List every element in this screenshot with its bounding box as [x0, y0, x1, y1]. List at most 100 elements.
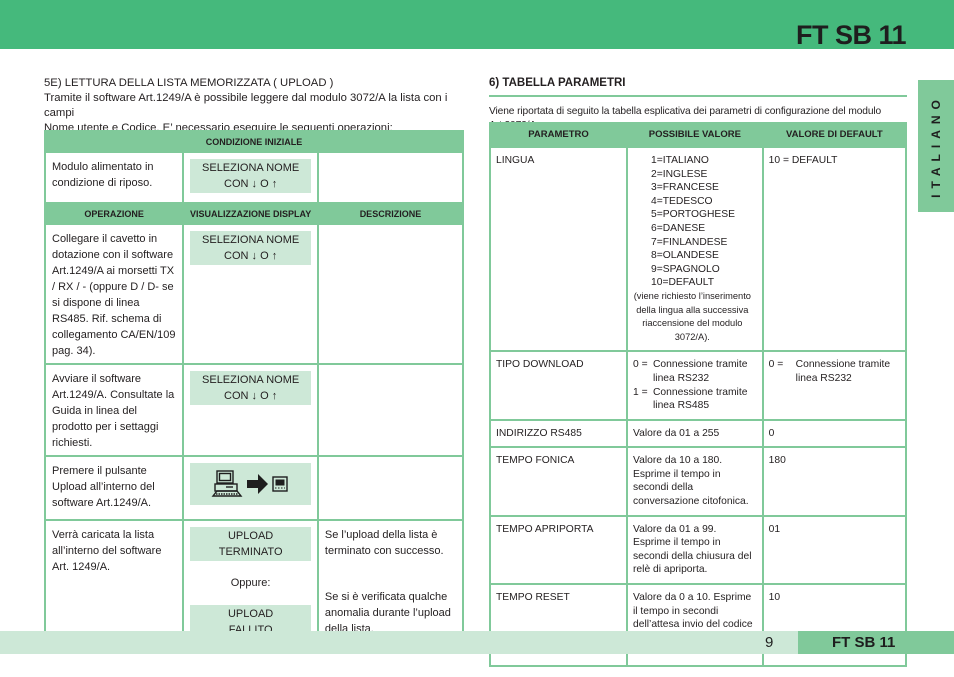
display-cell: UPLOAD TERMINATO Oppure: UPLOAD FALLITO	[182, 519, 319, 649]
param-name-cell: TEMPO FONICA	[489, 446, 628, 517]
table-row: TEMPO FONICA Valore da 10 a 180. Esprime…	[489, 446, 908, 517]
intro-line-1: Tramite il software Art.1249/A è possibi…	[44, 92, 448, 119]
param-value-cell: Valore da 01 a 99. Esprime il tempo in s…	[626, 514, 764, 586]
operation-cell: Collegare il cavetto in dotazione con il…	[43, 223, 185, 365]
description-cell	[316, 223, 465, 365]
display-line-2: TERMINATO	[218, 546, 283, 558]
option-key: 1 =	[633, 386, 648, 398]
parameters-header-row: PARAMETRO POSSIBILE VALORE VALORE DI DEF…	[489, 122, 908, 148]
param-default-cell: 0 = Connessione tramite linea RS232	[761, 350, 908, 421]
footer-title-box: FT SB 11	[798, 631, 954, 654]
language-label: ITALIANO	[929, 94, 943, 198]
computer-icon	[211, 470, 243, 497]
param-name-cell: TIPO DOWNLOAD	[489, 350, 628, 421]
description-cell	[316, 151, 465, 204]
param-default-cell: 10 = DEFAULT	[761, 145, 908, 353]
table-row: Modulo alimentato in condizione di ripos…	[43, 151, 465, 204]
initial-condition-header: CONDIZIONE INIZIALE	[44, 130, 464, 153]
display-readout: SELEZIONA NOME CON ↓ O ↑	[190, 159, 311, 193]
upload-procedure-table: CONDIZIONE INIZIALE Modulo alimentato in…	[43, 130, 465, 649]
table-row: TIPO DOWNLOAD 0 = Connessione tramite li…	[489, 350, 908, 421]
language-options-list: 1=ITALIANO 2=INGLESE 3=FRANCESE 4=TEDESC…	[633, 154, 756, 290]
description-success: Se l’upload della lista è terminato con …	[324, 529, 444, 557]
page-header: FT SB 11	[0, 0, 954, 49]
table-row: INDIRIZZO RS485 Valore da 01 a 255 0	[489, 418, 908, 449]
intercom-module-icon	[271, 476, 288, 492]
param-value-cell: Valore da 01 a 255	[626, 418, 764, 449]
language-option: 6=DANESE	[651, 222, 706, 234]
page-footer: 9 FT SB 11	[0, 631, 954, 654]
language-option: 10=DEFAULT	[651, 277, 715, 289]
param-name-cell: INDIRIZZO RS485	[489, 418, 628, 449]
table-row: Collegare il cavetto in dotazione con il…	[43, 223, 465, 365]
display-line-1: UPLOAD	[227, 608, 274, 620]
display-readout-success: UPLOAD TERMINATO	[190, 527, 311, 561]
display-cell: SELEZIONA NOME CON ↓ O ↑	[182, 151, 319, 204]
language-option: 4=TEDESCO	[651, 195, 713, 207]
description-cell: Se l’upload della lista è terminato con …	[316, 519, 465, 649]
display-line-1: SELEZIONA NOME	[202, 162, 300, 174]
table-row: TEMPO APRIPORTA Valore da 01 a 99. Espri…	[489, 514, 908, 586]
column-header-valore-default: VALORE DI DEFAULT	[761, 122, 908, 148]
column-header-row: OPERAZIONE VISUALIZZAZIONE DISPLAY DESCR…	[43, 202, 465, 225]
header-title: FT SB 11	[795, 20, 907, 50]
column-header-visualizzazione: VISUALIZZAZIONE DISPLAY	[182, 202, 319, 225]
language-side-tab: ITALIANO	[918, 80, 954, 212]
language-note: (viene richiesto l’inserimento della lin…	[633, 290, 751, 342]
default-entry: 0 = Connessione tramite linea RS232	[769, 358, 899, 385]
display-line-1: UPLOAD	[227, 530, 274, 542]
display-line-2: CON ↓ O ↑	[224, 250, 278, 262]
table-row: Avviare il software Art.1249/A. Consulta…	[43, 363, 465, 457]
pc-upload-to-module-icon	[211, 470, 288, 497]
section-title: 5E) LETTURA DELLA LISTA MEMORIZZATA ( UP…	[44, 77, 334, 89]
table-row: Premere il pulsante Upload all’interno d…	[43, 455, 465, 521]
column-header-possibile-valore: POSSIBILE VALORE	[626, 122, 764, 148]
display-readout: SELEZIONA NOME CON ↓ O ↑	[190, 231, 311, 265]
param-name-cell: LINGUA	[489, 145, 628, 353]
operation-cell: Avviare il software Art.1249/A. Consulta…	[43, 363, 185, 457]
or-label: Oppure:	[230, 577, 271, 589]
display-cell: SELEZIONA NOME CON ↓ O ↑	[182, 223, 319, 365]
display-line-2: CON ↓ O ↑	[224, 178, 278, 190]
language-option: 7=FINLANDESE	[651, 236, 728, 248]
upload-section-intro: 5E) LETTURA DELLA LISTA MEMORIZZATA ( UP…	[44, 76, 464, 136]
column-header-descrizione: DESCRIZIONE	[316, 202, 465, 225]
default-value: Connessione tramite linea RS232	[795, 359, 891, 384]
display-readout: SELEZIONA NOME CON ↓ O ↑	[190, 371, 311, 405]
table-row: LINGUA 1=ITALIANO 2=INGLESE 3=FRANCESE 4…	[489, 145, 908, 353]
option-key: 0 =	[633, 359, 648, 371]
param-value-cell: 1=ITALIANO 2=INGLESE 3=FRANCESE 4=TEDESC…	[626, 145, 764, 353]
display-readout	[190, 463, 311, 505]
param-name-cell: TEMPO APRIPORTA	[489, 514, 628, 586]
language-option: 8=OLANDESE	[651, 250, 719, 262]
default-key: 0 =	[768, 359, 784, 371]
table-row: Verrà caricata la lista all’interno del …	[43, 519, 465, 649]
param-value-cell: Valore da 10 a 180. Esprime il tempo in …	[626, 446, 764, 517]
description-cell	[316, 363, 465, 457]
option-value: Connessione tramite linea RS485	[653, 386, 748, 412]
language-option: 3=FRANCESE	[651, 182, 719, 194]
footer-title: FT SB 11	[832, 634, 896, 651]
description-failure: Se si è verificata qualche anomalia dura…	[324, 591, 451, 635]
option-entry: 0 = Connessione tramite linea RS232	[633, 358, 756, 385]
parameters-table: PARAMETRO POSSIBILE VALORE VALORE DI DEF…	[489, 122, 908, 667]
page-number: 9	[765, 634, 774, 651]
operation-cell: Verrà caricata la lista all’interno del …	[43, 519, 185, 649]
language-option: 5=PORTOGHESE	[651, 209, 736, 221]
display-line-1: SELEZIONA NOME	[202, 374, 300, 386]
language-option: 2=INGLESE	[651, 168, 708, 180]
option-value: Connessione tramite linea RS232	[653, 359, 748, 384]
display-cell: SELEZIONA NOME CON ↓ O ↑	[182, 363, 319, 457]
param-default-cell: 180	[761, 446, 908, 517]
param-default-cell: 0	[761, 418, 908, 449]
parameters-section-title: 6) TABELLA PARAMETRI	[489, 76, 907, 97]
display-line-2: CON ↓ O ↑	[224, 390, 278, 402]
initial-condition-header-row: CONDIZIONE INIZIALE	[44, 130, 464, 153]
param-default-cell: 01	[761, 514, 908, 586]
column-header-parametro: PARAMETRO	[489, 122, 628, 148]
language-option: 1=ITALIANO	[651, 155, 709, 166]
column-header-operazione: OPERAZIONE	[43, 202, 185, 225]
display-cell	[182, 455, 319, 521]
option-entry: 1 = Connessione tramite linea RS485	[633, 386, 756, 413]
operation-cell: Modulo alimentato in condizione di ripos…	[43, 151, 185, 204]
